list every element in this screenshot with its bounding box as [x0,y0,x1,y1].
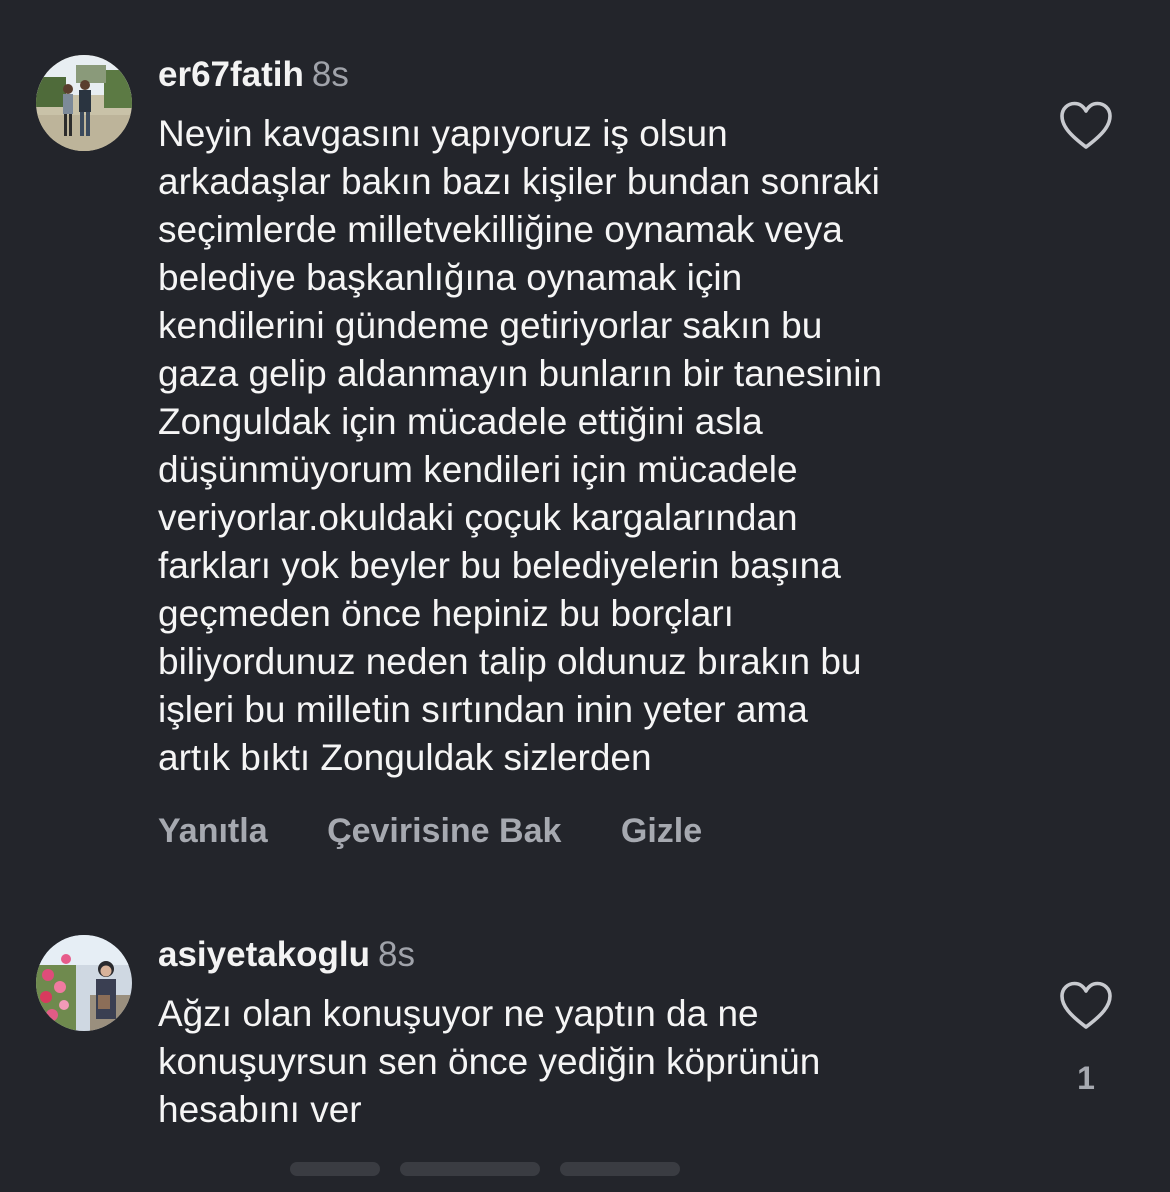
username[interactable]: asiyetakoglu [158,935,370,974]
avatar[interactable] [36,935,132,1031]
comment-line: konuşuyrsun sen önce yediğin köprünün [158,1041,821,1082]
avatar-photo [36,935,132,1031]
heart-outline-icon [1060,981,1112,1029]
comment-asiyetakoglu: asiyetakoglu 8s Ağzı olan konuşuyor ne ya… [0,0,1170,1180]
comment-header: asiyetakoglu 8s [158,934,415,976]
comment-text: Ağzı olan konuşuyor ne yaptın da ne konu… [158,990,1038,1134]
comment-line: hesabını ver [158,1089,362,1130]
timestamp: 8s [378,935,416,974]
like-button[interactable] [1058,980,1114,1032]
next-comment-peek [290,1162,710,1192]
like-count: 1 [1077,1060,1095,1096]
comment-line: Ağzı olan konuşuyor ne yaptın da ne [158,993,759,1034]
